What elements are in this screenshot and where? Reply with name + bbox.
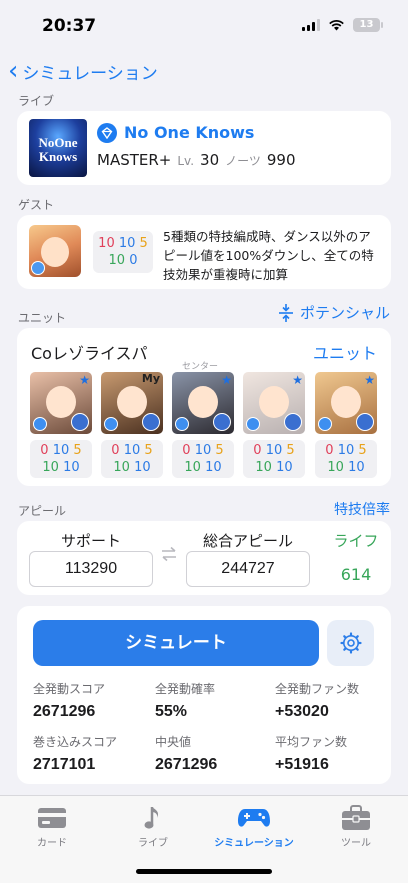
skill-badge-icon bbox=[213, 413, 231, 431]
tab-simulation[interactable]: シミュレーション bbox=[204, 804, 304, 849]
star-icon: ★ bbox=[79, 373, 90, 387]
back-button-label: シミュレーション bbox=[22, 63, 158, 84]
idol-potential: 0 10 5 10 10 bbox=[101, 440, 163, 478]
card-icon bbox=[38, 808, 66, 828]
guest-section-title: ゲスト bbox=[18, 198, 55, 212]
level-value: 30 bbox=[200, 151, 220, 169]
simulate-button[interactable]: シミュレート bbox=[33, 620, 319, 666]
unit-idol-slot-4[interactable]: ★ 0 10 5 10 10 bbox=[243, 372, 305, 478]
status-time: 20:37 bbox=[42, 16, 97, 36]
swap-arrows-icon[interactable] bbox=[160, 546, 178, 562]
live-card[interactable]: NoOne Knows No One Knows MASTER+ Lv. 30 … bbox=[17, 111, 391, 185]
center-label: センター bbox=[182, 362, 219, 372]
star-icon: ★ bbox=[292, 373, 303, 387]
navigation-bar: ‹ シミュレーション bbox=[0, 56, 408, 90]
total-appeal-label: 総合アピール bbox=[202, 532, 293, 550]
wifi-icon bbox=[329, 20, 344, 31]
guest-card[interactable]: 10 10 5 10 0 5種類の特技編成時、ダンス以外のアピール値を100%ダ… bbox=[17, 215, 391, 289]
music-note-icon bbox=[144, 807, 159, 829]
unit-idol-slot-3-center[interactable]: ★ 0 10 5 10 10 bbox=[172, 372, 234, 478]
tab-card[interactable]: カード bbox=[2, 804, 102, 849]
potential-button-label: ポテンシャル bbox=[299, 304, 390, 322]
potential-button[interactable]: ポテンシャル bbox=[278, 302, 390, 323]
stat-average-fans: 平均ファン数 +51916 bbox=[275, 735, 348, 773]
toolbox-icon bbox=[342, 805, 370, 830]
gamepad-icon bbox=[238, 809, 270, 827]
idol-potential: 0 10 5 10 10 bbox=[315, 440, 377, 478]
skill-multiplier-button[interactable]: 特技倍率 bbox=[334, 499, 390, 519]
appeal-card: サポート 113290 総合アピール 244727 ライフ 614 bbox=[17, 521, 391, 595]
support-appeal-field[interactable]: 113290 bbox=[29, 551, 153, 587]
notes-value: 990 bbox=[266, 151, 296, 169]
back-button[interactable]: ‹ シミュレーション bbox=[8, 58, 158, 84]
guest-skill-description: 5種類の特技編成時、ダンス以外のアピール値を100%ダウンし、全ての特技効果が重… bbox=[163, 229, 374, 282]
idol-potential: 0 10 5 10 10 bbox=[243, 440, 305, 478]
difficulty: MASTER+ bbox=[97, 151, 172, 169]
unit-card: Coレゾライスパ ユニット センター ★ 0 10 5 10 10 My 0 1… bbox=[17, 328, 391, 486]
stat-full-activation-score: 全発動スコア 2671296 bbox=[33, 682, 106, 720]
support-label: サポート bbox=[60, 532, 121, 550]
unit-idol-slot-1[interactable]: ★ 0 10 5 10 10 bbox=[30, 372, 92, 478]
star-icon: ★ bbox=[364, 373, 375, 387]
attribute-badge-icon bbox=[31, 261, 45, 275]
stat-median: 中央値 2671296 bbox=[155, 735, 218, 773]
song-jacket: NoOne Knows bbox=[29, 119, 87, 177]
attribute-badge-icon bbox=[246, 417, 260, 431]
idol-potential: 0 10 5 10 10 bbox=[172, 440, 234, 478]
battery-indicator: 13 bbox=[353, 18, 383, 32]
skill-badge-icon bbox=[71, 413, 89, 431]
skill-badge-icon bbox=[284, 413, 302, 431]
unit-idol-slot-2[interactable]: My 0 10 5 10 10 bbox=[101, 372, 163, 478]
chevron-left-icon: ‹ bbox=[8, 56, 19, 86]
unit-section-title: ユニット bbox=[18, 311, 67, 325]
stat-full-activation-fans: 全発動ファン数 +53020 bbox=[275, 682, 360, 720]
guest-potential: 10 10 5 10 0 bbox=[93, 231, 153, 273]
notes-label: ノーツ bbox=[225, 154, 261, 168]
cellular-signal-icon bbox=[302, 19, 320, 31]
life-value: 614 bbox=[340, 565, 372, 584]
song-title: No One Knows bbox=[124, 123, 255, 142]
level-label: Lv. bbox=[177, 154, 195, 168]
unit-button[interactable]: ユニット bbox=[313, 340, 377, 364]
stat-roll-in-score: 巻き込みスコア 2717101 bbox=[33, 735, 118, 773]
song-meta: MASTER+ Lv. 30 ノーツ 990 bbox=[97, 151, 296, 169]
attribute-badge-icon bbox=[104, 417, 118, 431]
tab-live[interactable]: ライブ bbox=[103, 804, 203, 849]
idol-card-image: ★ bbox=[315, 372, 377, 434]
simulation-settings-button[interactable] bbox=[327, 620, 374, 666]
idol-card-image: My bbox=[101, 372, 163, 434]
live-section-title: ライブ bbox=[18, 94, 55, 108]
guest-idol-portrait bbox=[29, 225, 81, 277]
home-indicator bbox=[136, 869, 272, 874]
idol-card-image: ★ bbox=[172, 372, 234, 434]
simulate-card: シミュレート 全発動スコア 2671296 全発動確率 55% 全発動ファン数 … bbox=[17, 606, 391, 784]
life-label: ライフ bbox=[333, 532, 379, 550]
appeal-section-title: アピール bbox=[18, 504, 67, 518]
idol-card-image: ★ bbox=[243, 372, 305, 434]
stat-full-activation-rate: 全発動確率 55% bbox=[155, 682, 216, 720]
gear-icon bbox=[339, 632, 362, 654]
skill-badge-icon bbox=[142, 413, 160, 431]
idol-card-image: ★ bbox=[30, 372, 92, 434]
idol-potential: 0 10 5 10 10 bbox=[30, 440, 92, 478]
unit-idol-slot-5[interactable]: ★ 0 10 5 10 10 bbox=[315, 372, 377, 478]
attribute-badge-icon bbox=[33, 417, 47, 431]
cool-type-icon bbox=[97, 123, 117, 143]
my-badge: My bbox=[141, 372, 160, 385]
attribute-badge-icon bbox=[318, 417, 332, 431]
skill-badge-icon bbox=[356, 413, 374, 431]
total-appeal-field[interactable]: 244727 bbox=[186, 551, 310, 587]
unit-name: Coレゾライスパ bbox=[31, 344, 148, 363]
compress-arrows-icon bbox=[278, 303, 293, 322]
star-icon: ★ bbox=[221, 373, 232, 387]
attribute-badge-icon bbox=[175, 417, 189, 431]
status-bar: 20:37 13 bbox=[0, 0, 408, 50]
tab-tools[interactable]: ツール bbox=[306, 804, 406, 849]
